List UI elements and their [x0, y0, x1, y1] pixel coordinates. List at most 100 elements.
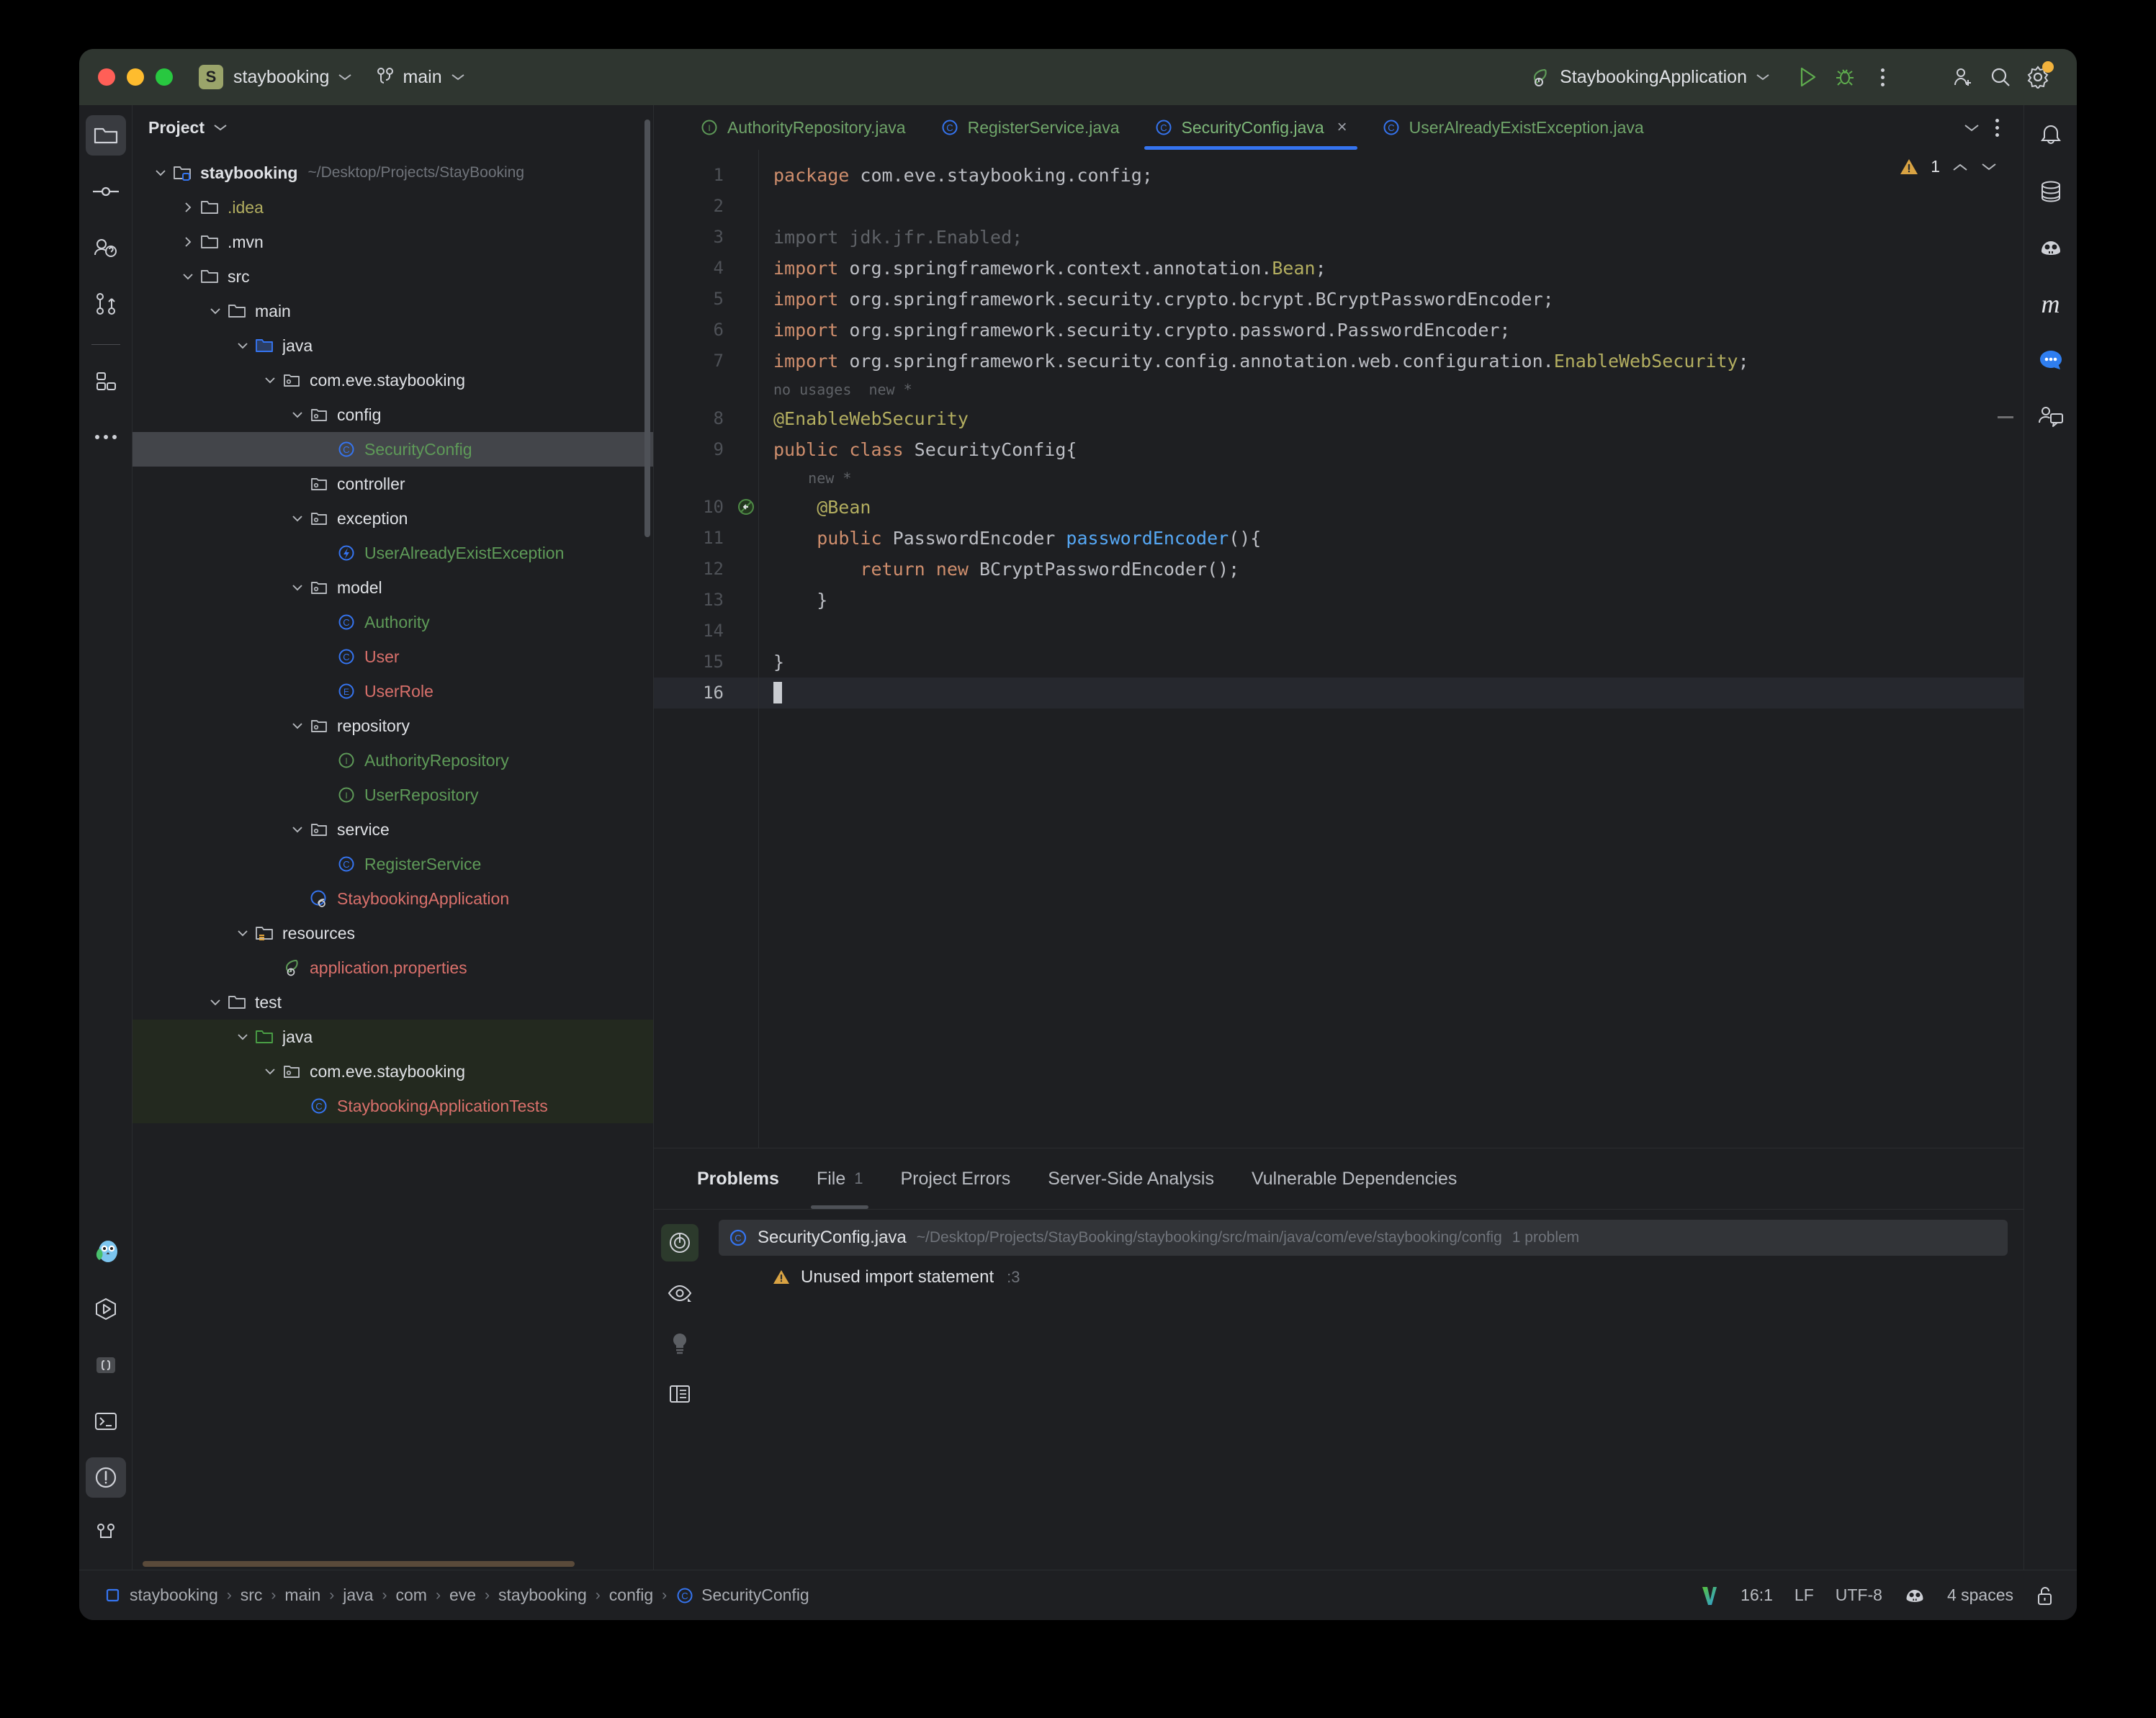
- line-number[interactable]: 2: [654, 191, 758, 222]
- tree-item-application-properties[interactable]: application.properties: [132, 950, 653, 985]
- editor-gutter[interactable]: 1234567 89 10111213141516: [654, 150, 758, 1148]
- minimize-window-button[interactable]: [127, 68, 144, 86]
- breadcrumb-item-com[interactable]: com: [390, 1586, 432, 1605]
- chevron-down-icon[interactable]: [233, 930, 252, 937]
- tree-item-main[interactable]: main: [132, 294, 653, 328]
- project-selector[interactable]: S staybooking: [199, 65, 352, 89]
- chevron-down-icon[interactable]: [288, 411, 307, 418]
- line-number[interactable]: 5: [654, 284, 758, 315]
- sidebar-item-terminal[interactable]: [86, 1401, 126, 1442]
- sidebar-item-run[interactable]: [86, 1289, 126, 1329]
- branch-selector[interactable]: main: [377, 67, 464, 88]
- sidebar-item-structure[interactable]: [86, 361, 126, 401]
- breadcrumb-item-src[interactable]: src: [235, 1586, 269, 1605]
- chevron-down-icon[interactable]: [233, 1033, 252, 1040]
- tree-item-resources[interactable]: resources: [132, 916, 653, 950]
- sidebar-item-commit[interactable]: [86, 171, 126, 212]
- inspection-widget[interactable]: 1: [1899, 157, 1998, 176]
- problems-tab-problems[interactable]: Problems: [678, 1148, 798, 1209]
- spring-bean-icon[interactable]: [737, 498, 755, 516]
- code-line[interactable]: import org.springframework.context.annot…: [759, 253, 2024, 284]
- run-configuration-selector[interactable]: StaybookingApplication: [1530, 66, 1770, 88]
- sidebar-item-database[interactable]: [2031, 171, 2071, 212]
- tree-item-exception[interactable]: exception: [132, 501, 653, 536]
- close-window-button[interactable]: [98, 68, 115, 86]
- tree-item-com-eve-staybooking[interactable]: com.eve.staybooking: [132, 363, 653, 397]
- code-line[interactable]: @EnableWebSecurity: [759, 403, 2024, 434]
- problems-tab-file[interactable]: File1: [798, 1148, 882, 1209]
- sidebar-item-project[interactable]: [86, 115, 126, 156]
- line-number[interactable]: 15: [654, 647, 758, 678]
- breadcrumb-item-eve[interactable]: eve: [444, 1586, 482, 1605]
- line-number[interactable]: 7: [654, 346, 758, 377]
- chevron-down-icon[interactable]: [233, 342, 252, 349]
- indent-setting[interactable]: 4 spaces: [1947, 1586, 2013, 1605]
- chevron-down-icon[interactable]: [261, 377, 279, 384]
- tree-item--mvn[interactable]: .mvn: [132, 225, 653, 259]
- line-number[interactable]: 16: [654, 678, 758, 709]
- more-options-button[interactable]: [1864, 58, 1901, 96]
- sidebar-item-problems[interactable]: [86, 1457, 126, 1498]
- problem-row[interactable]: Unused import statement :3: [706, 1267, 2024, 1287]
- tree-item-com-eve-staybooking[interactable]: com.eve.staybooking: [132, 1054, 653, 1089]
- code-line[interactable]: }: [759, 585, 2024, 616]
- layout-button[interactable]: [661, 1375, 699, 1413]
- line-number[interactable]: 3: [654, 222, 758, 253]
- sidebar-item-qodana[interactable]: [86, 1233, 126, 1273]
- chevron-down-icon[interactable]: [288, 515, 307, 522]
- problems-tab-project-errors[interactable]: Project Errors: [881, 1148, 1029, 1209]
- code-line[interactable]: import org.springframework.security.conf…: [759, 346, 2024, 377]
- tree-item-test[interactable]: test: [132, 985, 653, 1020]
- breadcrumb[interactable]: staybooking›src›main›java›com›eve›staybo…: [98, 1586, 815, 1605]
- tree-item-authority[interactable]: CAuthority: [132, 605, 653, 639]
- tree-item-config[interactable]: config: [132, 397, 653, 432]
- sidebar-item-git[interactable]: [86, 1514, 126, 1554]
- line-number[interactable]: 11: [654, 523, 758, 554]
- project-panel-header[interactable]: Project: [132, 105, 653, 150]
- tree-item-staybooking[interactable]: staybooking~/Desktop/Projects/StayBookin…: [132, 156, 653, 190]
- maximize-window-button[interactable]: [156, 68, 173, 86]
- preview-toggle[interactable]: [661, 1274, 699, 1312]
- chevron-down-icon[interactable]: [206, 999, 225, 1006]
- chevron-down-icon[interactable]: [288, 584, 307, 591]
- tree-item-userrepository[interactable]: IUserRepository: [132, 778, 653, 812]
- code-line[interactable]: @Bean: [759, 492, 2024, 523]
- debug-button[interactable]: [1826, 58, 1864, 96]
- chevron-down-icon[interactable]: [288, 722, 307, 729]
- line-number[interactable]: 13: [654, 585, 758, 616]
- editor-tab-authorityrepository[interactable]: IAuthorityRepository.java: [683, 105, 923, 150]
- line-number[interactable]: 10: [654, 492, 758, 523]
- line-number[interactable]: 8: [654, 403, 758, 434]
- ai-face-icon[interactable]: [1904, 1586, 1926, 1605]
- line-number[interactable]: 1: [654, 160, 758, 191]
- search-button[interactable]: [1982, 58, 2019, 96]
- chevron-right-icon[interactable]: [179, 202, 197, 213]
- window-controls[interactable]: [98, 68, 173, 86]
- code-line[interactable]: }: [759, 647, 2024, 678]
- line-separator[interactable]: LF: [1795, 1586, 1814, 1605]
- breadcrumb-item-securityconfig[interactable]: CSecurityConfig: [670, 1586, 815, 1605]
- tree-item-userrole[interactable]: EUserRole: [132, 674, 653, 709]
- settings-button[interactable]: [2019, 58, 2057, 96]
- line-number[interactable]: 6: [654, 315, 758, 346]
- line-number[interactable]: 14: [654, 616, 758, 647]
- chevron-down-icon[interactable]: [288, 826, 307, 833]
- more-options-icon[interactable]: [1987, 119, 2008, 137]
- breadcrumb-item-staybooking[interactable]: staybooking: [493, 1586, 593, 1605]
- breadcrumb-item-java[interactable]: java: [337, 1586, 379, 1605]
- code-line[interactable]: [759, 616, 2024, 647]
- problems-tab-vulnerable-dependencies[interactable]: Vulnerable Dependencies: [1233, 1148, 1475, 1209]
- chevron-down-icon[interactable]: [151, 169, 170, 176]
- problems-tab-server-side-analysis[interactable]: Server-Side Analysis: [1029, 1148, 1233, 1209]
- line-number[interactable]: 4: [654, 253, 758, 284]
- sidebar-item-code-with-me[interactable]: [2031, 396, 2071, 436]
- tree-item-service[interactable]: service: [132, 812, 653, 847]
- code-line[interactable]: [759, 191, 2024, 222]
- close-icon[interactable]: ×: [1337, 117, 1347, 138]
- chevron-up-icon[interactable]: [1951, 162, 1969, 172]
- editor-tab-useralreadyexistexception[interactable]: CUserAlreadyExistException.java: [1365, 105, 1661, 150]
- tree-item-staybookingapplication[interactable]: StaybookingApplication: [132, 881, 653, 916]
- problems-list[interactable]: C SecurityConfig.java ~/Desktop/Projects…: [706, 1210, 2024, 1570]
- sidebar-item-maven[interactable]: m: [2031, 284, 2071, 324]
- tree-item-java[interactable]: java: [132, 328, 653, 363]
